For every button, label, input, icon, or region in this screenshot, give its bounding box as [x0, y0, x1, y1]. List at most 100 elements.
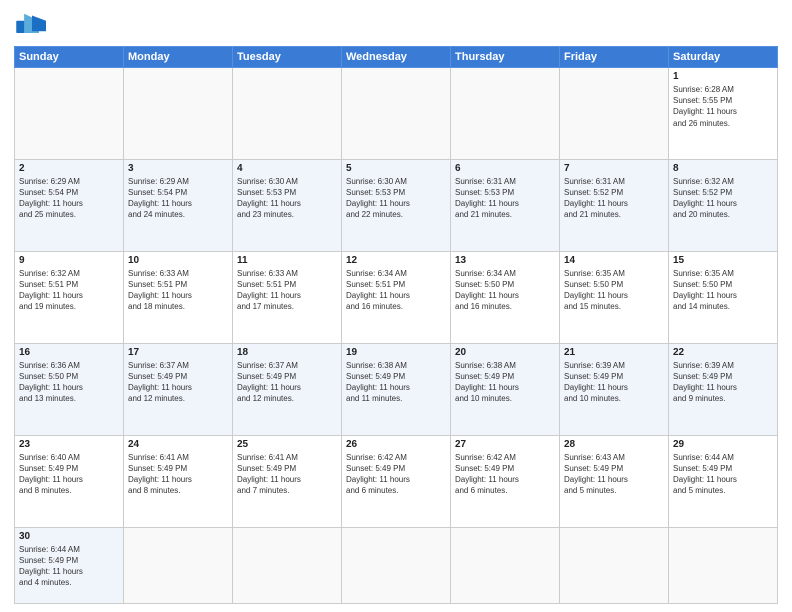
calendar-cell: 2Sunrise: 6:29 AM Sunset: 5:54 PM Daylig…: [15, 159, 124, 251]
calendar-cell: 27Sunrise: 6:42 AM Sunset: 5:49 PM Dayli…: [451, 435, 560, 527]
logo: [14, 12, 54, 40]
day-number: 14: [564, 255, 664, 266]
day-number: 21: [564, 347, 664, 358]
header-cell-friday: Friday: [560, 47, 669, 68]
calendar-cell: 23 Sunrise: 6:40 AM Sunset: 5:49 PM Dayli…: [15, 435, 124, 527]
calendar-header: SundayMondayTuesdayWednesdayThursdayFrid…: [15, 47, 778, 68]
day-number: 1: [673, 71, 773, 82]
header: [14, 12, 778, 40]
day-info: Sunrise: 6:38 AM Sunset: 5:49 PM Dayligh…: [346, 360, 446, 405]
day-info: Sunrise: 6:40 AM Sunset: 5:49 PM Dayligh…: [19, 452, 119, 497]
day-number: 26: [346, 439, 446, 450]
day-info: Sunrise: 6:39 AM Sunset: 5:49 PM Dayligh…: [564, 360, 664, 405]
day-info: Sunrise: 6:36 AM Sunset: 5:50 PM Dayligh…: [19, 360, 119, 405]
day-number: 11: [237, 255, 337, 266]
calendar-cell: 22 Sunrise: 6:39 AM Sunset: 5:49 PM Dayli…: [669, 343, 778, 435]
day-number: 12: [346, 255, 446, 266]
calendar-cell: 29 Sunrise: 6:44 AM Sunset: 5:49 PM Dayli…: [669, 435, 778, 527]
calendar-cell: [124, 68, 233, 160]
calendar-table: SundayMondayTuesdayWednesdayThursdayFrid…: [14, 46, 778, 604]
calendar-cell: 19 Sunrise: 6:38 AM Sunset: 5:49 PM Dayli…: [342, 343, 451, 435]
day-info: Sunrise: 6:34 AM Sunset: 5:50 PM Dayligh…: [455, 268, 555, 313]
page: SundayMondayTuesdayWednesdayThursdayFrid…: [0, 0, 792, 612]
day-number: 28: [564, 439, 664, 450]
header-cell-sunday: Sunday: [15, 47, 124, 68]
day-number: 13: [455, 255, 555, 266]
day-number: 29: [673, 439, 773, 450]
day-info: Sunrise: 6:34 AM Sunset: 5:51 PM Dayligh…: [346, 268, 446, 313]
calendar-cell: 24Sunrise: 6:41 AM Sunset: 5:49 PM Dayli…: [124, 435, 233, 527]
header-row: SundayMondayTuesdayWednesdayThursdayFrid…: [15, 47, 778, 68]
day-info: Sunrise: 6:32 AM Sunset: 5:52 PM Dayligh…: [673, 176, 773, 221]
calendar-cell: [669, 527, 778, 603]
day-number: 19: [346, 347, 446, 358]
calendar-cell: [342, 527, 451, 603]
day-number: 3: [128, 163, 228, 174]
day-info: Sunrise: 6:41 AM Sunset: 5:49 PM Dayligh…: [237, 452, 337, 497]
calendar-cell: 26 Sunrise: 6:42 AM Sunset: 5:49 PM Dayli…: [342, 435, 451, 527]
calendar-cell: 30Sunrise: 6:44 AM Sunset: 5:49 PM Dayli…: [15, 527, 124, 603]
day-info: Sunrise: 6:35 AM Sunset: 5:50 PM Dayligh…: [564, 268, 664, 313]
day-info: Sunrise: 6:33 AM Sunset: 5:51 PM Dayligh…: [237, 268, 337, 313]
calendar-cell: 15Sunrise: 6:35 AM Sunset: 5:50 PM Dayli…: [669, 251, 778, 343]
day-info: Sunrise: 6:31 AM Sunset: 5:53 PM Dayligh…: [455, 176, 555, 221]
calendar-row: 16Sunrise: 6:36 AM Sunset: 5:50 PM Dayli…: [15, 343, 778, 435]
day-number: 7: [564, 163, 664, 174]
calendar-cell: 21 Sunrise: 6:39 AM Sunset: 5:49 PM Dayli…: [560, 343, 669, 435]
day-number: 23: [19, 439, 119, 450]
calendar-row: 23 Sunrise: 6:40 AM Sunset: 5:49 PM Dayli…: [15, 435, 778, 527]
calendar-cell: [560, 527, 669, 603]
calendar-cell: 13 Sunrise: 6:34 AM Sunset: 5:50 PM Dayli…: [451, 251, 560, 343]
header-cell-thursday: Thursday: [451, 47, 560, 68]
day-info: Sunrise: 6:30 AM Sunset: 5:53 PM Dayligh…: [346, 176, 446, 221]
day-info: Sunrise: 6:44 AM Sunset: 5:49 PM Dayligh…: [673, 452, 773, 497]
calendar-cell: 9Sunrise: 6:32 AM Sunset: 5:51 PM Daylig…: [15, 251, 124, 343]
calendar-cell: 28Sunrise: 6:43 AM Sunset: 5:49 PM Dayli…: [560, 435, 669, 527]
calendar-cell: 7Sunrise: 6:31 AM Sunset: 5:52 PM Daylig…: [560, 159, 669, 251]
calendar-cell: 12 Sunrise: 6:34 AM Sunset: 5:51 PM Dayli…: [342, 251, 451, 343]
day-info: Sunrise: 6:42 AM Sunset: 5:49 PM Dayligh…: [455, 452, 555, 497]
calendar-cell: 17 Sunrise: 6:37 AM Sunset: 5:49 PM Dayli…: [124, 343, 233, 435]
day-info: Sunrise: 6:30 AM Sunset: 5:53 PM Dayligh…: [237, 176, 337, 221]
calendar-cell: [451, 68, 560, 160]
calendar-cell: 3 Sunrise: 6:29 AM Sunset: 5:54 PM Daylig…: [124, 159, 233, 251]
day-number: 17: [128, 347, 228, 358]
calendar-cell: [342, 68, 451, 160]
calendar-cell: [233, 68, 342, 160]
header-cell-saturday: Saturday: [669, 47, 778, 68]
day-number: 9: [19, 255, 119, 266]
calendar-cell: 8 Sunrise: 6:32 AM Sunset: 5:52 PM Daylig…: [669, 159, 778, 251]
calendar-cell: 25 Sunrise: 6:41 AM Sunset: 5:49 PM Dayli…: [233, 435, 342, 527]
day-info: Sunrise: 6:39 AM Sunset: 5:49 PM Dayligh…: [673, 360, 773, 405]
day-info: Sunrise: 6:29 AM Sunset: 5:54 PM Dayligh…: [128, 176, 228, 221]
calendar-cell: 16Sunrise: 6:36 AM Sunset: 5:50 PM Dayli…: [15, 343, 124, 435]
day-number: 15: [673, 255, 773, 266]
day-number: 25: [237, 439, 337, 450]
day-info: Sunrise: 6:42 AM Sunset: 5:49 PM Dayligh…: [346, 452, 446, 497]
calendar-cell: [15, 68, 124, 160]
header-cell-wednesday: Wednesday: [342, 47, 451, 68]
calendar-cell: 18Sunrise: 6:37 AM Sunset: 5:49 PM Dayli…: [233, 343, 342, 435]
day-number: 4: [237, 163, 337, 174]
calendar-cell: 10 Sunrise: 6:33 AM Sunset: 5:51 PM Dayli…: [124, 251, 233, 343]
day-info: Sunrise: 6:28 AM Sunset: 5:55 PM Dayligh…: [673, 84, 773, 129]
day-number: 22: [673, 347, 773, 358]
calendar-cell: 11 Sunrise: 6:33 AM Sunset: 5:51 PM Dayli…: [233, 251, 342, 343]
day-number: 30: [19, 531, 119, 542]
day-number: 6: [455, 163, 555, 174]
calendar-row: 9Sunrise: 6:32 AM Sunset: 5:51 PM Daylig…: [15, 251, 778, 343]
header-cell-tuesday: Tuesday: [233, 47, 342, 68]
day-number: 8: [673, 163, 773, 174]
day-info: Sunrise: 6:37 AM Sunset: 5:49 PM Dayligh…: [128, 360, 228, 405]
day-info: Sunrise: 6:37 AM Sunset: 5:49 PM Dayligh…: [237, 360, 337, 405]
day-info: Sunrise: 6:33 AM Sunset: 5:51 PM Dayligh…: [128, 268, 228, 313]
calendar-row: 2Sunrise: 6:29 AM Sunset: 5:54 PM Daylig…: [15, 159, 778, 251]
day-info: Sunrise: 6:38 AM Sunset: 5:49 PM Dayligh…: [455, 360, 555, 405]
logo-icon: [14, 12, 50, 40]
day-number: 5: [346, 163, 446, 174]
calendar-cell: 5 Sunrise: 6:30 AM Sunset: 5:53 PM Daylig…: [342, 159, 451, 251]
calendar-row: 1 Sunrise: 6:28 AM Sunset: 5:55 PM Daylig…: [15, 68, 778, 160]
day-number: 10: [128, 255, 228, 266]
day-number: 20: [455, 347, 555, 358]
calendar-cell: 14 Sunrise: 6:35 AM Sunset: 5:50 PM Dayli…: [560, 251, 669, 343]
